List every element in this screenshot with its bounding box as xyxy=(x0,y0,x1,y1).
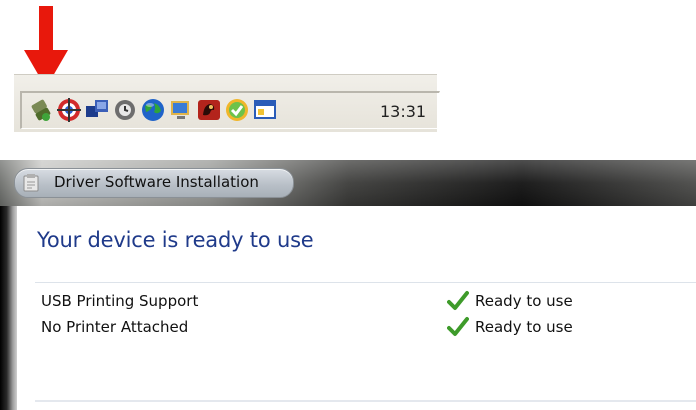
taskbar-clock[interactable]: 13:31 xyxy=(380,102,426,121)
heading-separator xyxy=(35,282,696,283)
content-bottom-rule xyxy=(35,400,696,402)
taskbar-tray: 13:31 xyxy=(14,74,440,132)
device-name: USB Printing Support xyxy=(41,292,199,310)
dialog-content: Your device is ready to use USB Printing… xyxy=(17,206,696,410)
monitors-icon[interactable] xyxy=(84,97,110,123)
safely-remove-hardware-icon[interactable] xyxy=(28,97,54,123)
device-status: Ready to use xyxy=(475,318,573,336)
device-name: No Printer Attached xyxy=(41,318,189,336)
red-app-icon[interactable] xyxy=(196,97,222,123)
driver-install-icon xyxy=(23,174,39,192)
device-row: USB Printing Support Ready to use xyxy=(41,290,681,312)
window-icon[interactable] xyxy=(252,97,278,123)
network-target-icon[interactable] xyxy=(56,97,82,123)
dialog-title: Driver Software Installation xyxy=(54,173,259,191)
display-icon[interactable] xyxy=(168,97,194,123)
driver-install-dialog: Driver Software Installation Your device… xyxy=(0,160,696,410)
clock-sync-icon[interactable] xyxy=(112,97,138,123)
green-check-icon xyxy=(447,291,469,310)
device-status: Ready to use xyxy=(475,292,573,310)
device-row: No Printer Attached Ready to use xyxy=(41,316,681,338)
dialog-left-border xyxy=(0,206,17,410)
dialog-heading: Your device is ready to use xyxy=(37,228,314,252)
globe-icon[interactable] xyxy=(140,97,166,123)
security-check-icon[interactable] xyxy=(224,97,250,123)
green-check-icon xyxy=(447,317,469,336)
